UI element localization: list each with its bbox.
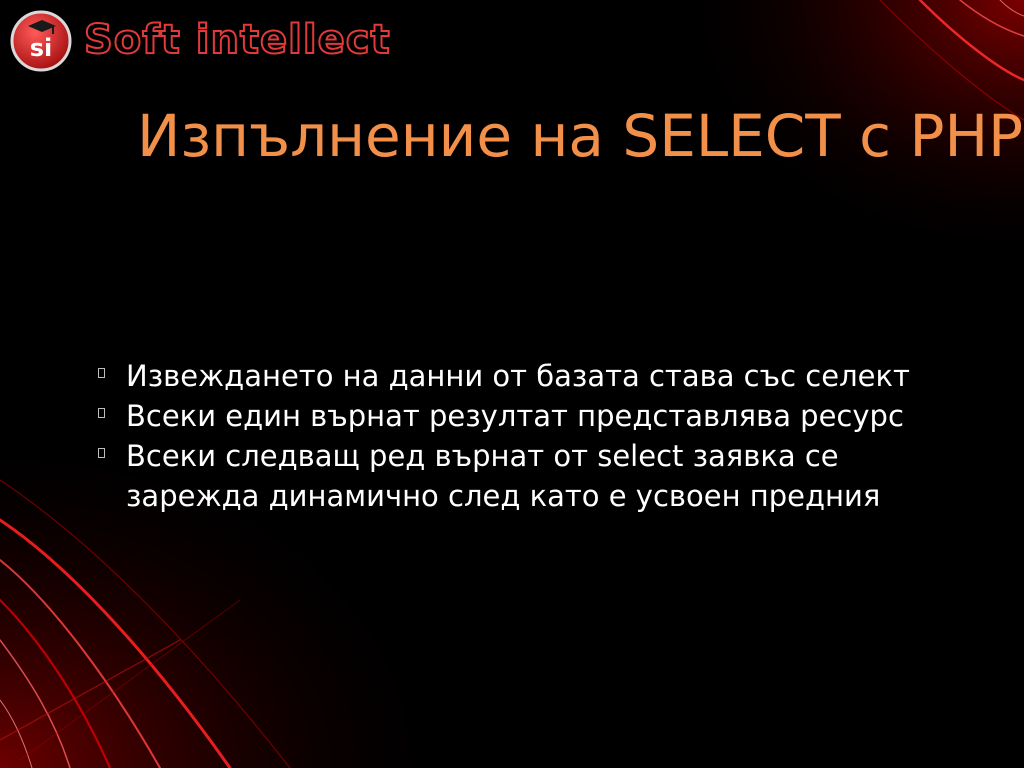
logo-monogram: si <box>30 34 53 62</box>
bullet-icon <box>98 448 105 458</box>
bullet-text: Извеждането на данни от базата става със… <box>126 359 910 393</box>
presentation-slide: si Soft intellect Изпълнение на SELECT с… <box>0 0 1024 768</box>
slide-title: Изпълнение на SELECT с PHP <box>136 102 1024 170</box>
soft-intellect-logo: si Soft intellect <box>10 10 430 72</box>
si-badge-icon: si <box>10 10 72 72</box>
logo-brand-name: Soft intellect <box>83 16 391 64</box>
bullet-icon <box>98 408 105 418</box>
bullet-list: Извеждането на данни от базата става със… <box>98 356 958 516</box>
bullet-icon <box>98 368 105 378</box>
bullet-item: Всеки следващ ред върнат от select заявк… <box>98 436 958 516</box>
bullet-item: Всеки един върнат резултат представлява … <box>98 396 958 436</box>
bullet-text: Всеки един върнат резултат представлява … <box>126 399 904 433</box>
bullet-item: Извеждането на данни от базата става със… <box>98 356 958 396</box>
bullet-text: Всеки следващ ред върнат от select заявк… <box>126 439 881 513</box>
